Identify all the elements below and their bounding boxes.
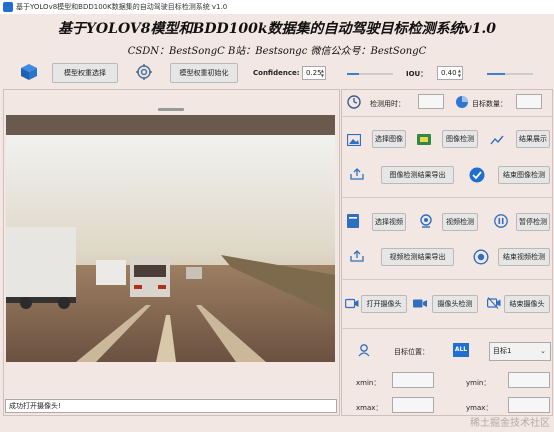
line-chart-icon [490, 135, 504, 145]
detect-time-field [418, 94, 444, 109]
video-file-icon [347, 214, 359, 228]
iou-label: IOU： [406, 70, 428, 78]
image-detect-icon [417, 134, 431, 145]
camera-off-icon [487, 297, 501, 309]
xmin-field [392, 372, 434, 388]
iou-slider-fill [487, 73, 506, 75]
dashcam-road-image [6, 115, 335, 362]
camera-view [6, 115, 335, 362]
confidence-label: Confidence: [253, 69, 300, 77]
clock-icon [347, 95, 361, 109]
target-select-value: 目标1 [493, 347, 512, 355]
location-pin-icon [358, 344, 370, 357]
init-weights-button[interactable]: 模型权重初始化 [170, 63, 238, 83]
page-title: 基于YOLOV8模型和BDD100k数据集的自动驾驶目标检测系统v1.0 [57, 21, 497, 37]
ymin-label: ymin： [466, 379, 491, 387]
xmax-label: xmax： [356, 404, 383, 412]
camera-detect-button[interactable]: 摄像头检测 [432, 295, 478, 313]
check-circle-icon [469, 167, 485, 183]
camera-icon [345, 298, 359, 309]
export-image-result-button[interactable]: 图像检测结果导出 [381, 166, 454, 184]
confidence-slider[interactable] [347, 73, 393, 75]
target-settings-icon [136, 64, 152, 80]
pause-icon [494, 214, 508, 228]
spin-arrows-icon[interactable]: ▲ ▼ [321, 68, 324, 78]
confidence-value: 0.25 [306, 69, 322, 77]
target-count-field [516, 94, 542, 109]
end-video-detect-button[interactable]: 结束视频检测 [498, 248, 550, 266]
confidence-spinbox[interactable]: 0.25 ▲ ▼ [302, 66, 326, 80]
divider [341, 279, 553, 280]
page-subtitle: CSDN：BestSongC B站：Bestsongc 微信公众号：BestSo… [127, 46, 427, 57]
all-badge: ALL [453, 343, 469, 357]
iou-spinbox[interactable]: 0.40 ▲ ▼ [437, 66, 463, 80]
app-logo-icon [3, 2, 13, 12]
export-video-result-button[interactable]: 视频检测结果导出 [381, 248, 454, 266]
open-camera-button[interactable]: 打开摄像头 [361, 295, 407, 313]
pie-chart-icon [456, 96, 468, 108]
detect-video-button[interactable]: 视频检测 [442, 213, 478, 231]
detect-video-label: 视频检测 [446, 218, 474, 226]
ymin-field [508, 372, 550, 388]
xmin-label: xmin： [356, 379, 381, 387]
select-weights-label: 模型权重选择 [64, 69, 106, 77]
select-weights-button[interactable]: 模型权重选择 [52, 63, 118, 83]
window-titlebar: 基于YOLOv8模型和BDD100K数据集的自动驾驶目标检测系统 v1.0 [0, 0, 554, 14]
spin-arrows-icon[interactable]: ▲ ▼ [458, 68, 461, 78]
detect-time-label: 检测用时： [370, 100, 405, 108]
status-message: 成功打开摄像头! [9, 402, 61, 410]
end-image-detect-label: 结束图像检测 [503, 171, 545, 179]
divider [341, 116, 553, 117]
target-select[interactable]: 目标1 ⌄ [489, 342, 551, 361]
image-icon [347, 134, 361, 146]
cube-icon [21, 64, 37, 80]
target-count-label: 目标数量： [472, 100, 507, 108]
confidence-slider-fill [347, 73, 359, 75]
webcam-icon [420, 214, 432, 228]
export-image-result-label: 图像检测结果导出 [389, 171, 446, 179]
stop-circle-icon [473, 249, 489, 265]
iou-value: 0.40 [441, 69, 457, 77]
show-result-button[interactable]: 结果展示 [516, 130, 550, 148]
iou-slider[interactable] [487, 73, 533, 75]
ymax-label: ymax： [466, 404, 493, 412]
select-video-label: 选择视频 [375, 218, 403, 226]
xmax-field [392, 397, 434, 413]
target-position-label: 目标位置： [394, 348, 429, 356]
detect-image-button[interactable]: 图像检测 [442, 130, 478, 148]
close-camera-label: 结束摄像头 [509, 300, 545, 308]
end-image-detect-button[interactable]: 结束图像检测 [498, 166, 550, 184]
status-bar: 成功打开摄像头! [5, 399, 337, 413]
select-image-label: 选择图像 [375, 135, 403, 143]
close-camera-button[interactable]: 结束摄像头 [504, 295, 550, 313]
pause-detect-button[interactable]: 暂停检测 [516, 213, 550, 231]
detect-image-label: 图像检测 [446, 135, 474, 143]
chevron-down-icon[interactable]: ⌄ [540, 343, 546, 360]
select-video-button[interactable]: 选择视频 [372, 213, 406, 231]
splitter-handle[interactable] [158, 108, 184, 111]
pause-detect-label: 暂停检测 [519, 218, 547, 226]
init-weights-label: 模型权重初始化 [179, 69, 229, 77]
ymax-field [508, 397, 550, 413]
export-video-result-label: 视频检测结果导出 [389, 253, 446, 261]
divider [341, 328, 553, 329]
end-video-detect-label: 结束视频检测 [503, 253, 545, 261]
window-title: 基于YOLOv8模型和BDD100K数据集的自动驾驶目标检测系统 v1.0 [16, 3, 228, 11]
show-result-label: 结果展示 [519, 135, 547, 143]
select-image-button[interactable]: 选择图像 [372, 130, 406, 148]
divider [341, 197, 553, 198]
export-icon [350, 250, 364, 262]
open-camera-label: 打开摄像头 [366, 300, 402, 308]
export-icon [350, 168, 364, 180]
camera-detect-label: 摄像头检测 [437, 300, 473, 308]
video-camera-icon [413, 299, 427, 308]
watermark: 稀土掘金技术社区 [470, 418, 550, 429]
